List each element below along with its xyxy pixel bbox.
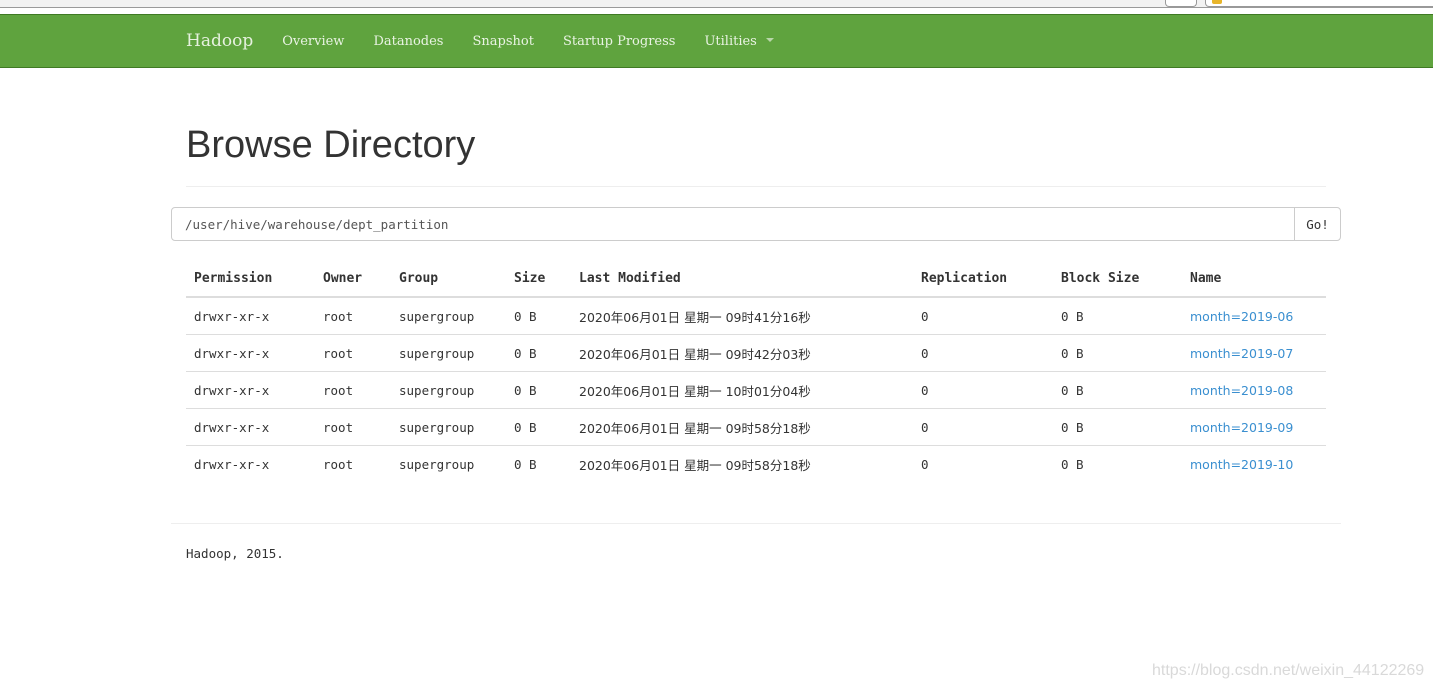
cell-permission: drwxr-xr-x bbox=[186, 408, 315, 446]
cell-replication: 0 bbox=[913, 297, 1053, 335]
cell-group: supergroup bbox=[391, 334, 506, 372]
cell-size: 0 B bbox=[506, 334, 571, 372]
cell-block-size: 0 B bbox=[1053, 371, 1182, 409]
cell-block-size: 0 B bbox=[1053, 297, 1182, 335]
table-header-row: Permission Owner Group Size Last Modifie… bbox=[186, 260, 1326, 298]
table-row: drwxr-xr-x root supergroup 0 B 2020年06月0… bbox=[186, 408, 1326, 446]
watermark: https://blog.csdn.net/weixin_44122269 bbox=[1152, 662, 1425, 679]
cell-permission: drwxr-xr-x bbox=[186, 297, 315, 335]
cell-owner: root bbox=[315, 334, 391, 372]
cell-block-size: 0 B bbox=[1053, 334, 1182, 372]
cell-group: supergroup bbox=[391, 371, 506, 409]
header-replication[interactable]: Replication bbox=[913, 260, 1053, 298]
nav-utilities-dropdown[interactable]: Utilities bbox=[704, 33, 774, 49]
cell-size: 0 B bbox=[506, 371, 571, 409]
directory-path-input[interactable]: /user/hive/warehouse/dept_partition bbox=[171, 207, 1296, 241]
table-row: drwxr-xr-x root supergroup 0 B 2020年06月0… bbox=[186, 371, 1326, 409]
header-size[interactable]: Size bbox=[506, 260, 571, 298]
cell-last-modified: 2020年06月01日 星期一 09时58分18秒 bbox=[571, 408, 913, 446]
cell-name: month=2019-10 bbox=[1182, 446, 1326, 483]
directory-link[interactable]: month=2019-09 bbox=[1190, 420, 1293, 435]
nav-snapshot[interactable]: Snapshot bbox=[472, 34, 533, 49]
cell-permission: drwxr-xr-x bbox=[194, 456, 270, 472]
cell-replication: 0 bbox=[913, 334, 1053, 372]
cell-owner: root bbox=[315, 371, 391, 409]
directory-table: Permission Owner Group Size Last Modifie… bbox=[186, 260, 1326, 482]
directory-path-value: /user/hive/warehouse/dept_partition bbox=[185, 217, 449, 232]
cell-last-modified: 2020年06月01日 星期一 09时41分16秒 bbox=[571, 297, 913, 335]
cell-replication: 0 bbox=[913, 408, 1053, 446]
cell-last-modified: 2020年06月01日 星期一 10时01分04秒 bbox=[571, 371, 913, 409]
cell-name: month=2019-06 bbox=[1182, 297, 1326, 335]
bookmark-icon bbox=[1212, 0, 1222, 4]
cell-size: 0 B bbox=[506, 408, 571, 446]
nav-datanodes[interactable]: Datanodes bbox=[373, 34, 443, 49]
go-button-label: Go! bbox=[1306, 217, 1329, 232]
cell-size: 0 B bbox=[514, 456, 537, 472]
cell-name: month=2019-08 bbox=[1182, 371, 1326, 409]
footer-divider bbox=[171, 523, 1341, 524]
cell-owner: root bbox=[323, 456, 354, 472]
browser-extension-icon[interactable] bbox=[1165, 0, 1197, 7]
page-title: Browse Directory bbox=[186, 124, 476, 166]
caret-down-icon bbox=[765, 37, 774, 42]
header-block-size[interactable]: Block Size bbox=[1053, 260, 1182, 298]
nav-overview[interactable]: Overview bbox=[282, 34, 344, 49]
top-navbar: Hadoop Overview Datanodes Snapshot Start… bbox=[0, 14, 1433, 68]
directory-link[interactable]: month=2019-08 bbox=[1190, 383, 1293, 398]
path-form: /user/hive/warehouse/dept_partition Go! bbox=[171, 207, 1341, 241]
directory-link[interactable]: month=2019-10 bbox=[1190, 457, 1293, 472]
cell-size: 0 B bbox=[506, 297, 571, 335]
go-button[interactable]: Go! bbox=[1294, 207, 1341, 241]
cell-group: supergroup bbox=[391, 297, 506, 335]
nav-startup-progress[interactable]: Startup Progress bbox=[563, 34, 676, 49]
header-group[interactable]: Group bbox=[391, 260, 506, 298]
directory-link[interactable]: month=2019-06 bbox=[1190, 309, 1293, 324]
browser-bookmark-bar[interactable] bbox=[1205, 0, 1433, 7]
cell-replication: 0 bbox=[921, 456, 929, 472]
cell-owner: root bbox=[315, 408, 391, 446]
cell-permission: drwxr-xr-x bbox=[186, 371, 315, 409]
cell-block-size: 0 B bbox=[1061, 456, 1084, 472]
cell-block-size: 0 B bbox=[1053, 408, 1182, 446]
header-owner[interactable]: Owner bbox=[315, 260, 391, 298]
title-divider bbox=[186, 186, 1326, 187]
directory-link[interactable]: month=2019-07 bbox=[1190, 346, 1293, 361]
cell-last-modified: 2020年06月01日 星期一 09时42分03秒 bbox=[571, 334, 913, 372]
header-last-modified[interactable]: Last Modified bbox=[571, 260, 913, 298]
cell-name: month=2019-07 bbox=[1182, 334, 1326, 372]
cell-permission: drwxr-xr-x bbox=[186, 334, 315, 372]
browser-chrome-strip bbox=[0, 0, 1433, 8]
navbar-brand[interactable]: Hadoop bbox=[186, 31, 253, 51]
footer-text: Hadoop, 2015. bbox=[186, 546, 284, 561]
table-row: drwxr-xr-x root supergroup 0 B 2020年06月0… bbox=[186, 297, 1326, 335]
cell-group: supergroup bbox=[391, 408, 506, 446]
nav-utilities-label: Utilities bbox=[704, 33, 757, 49]
cell-name: month=2019-09 bbox=[1182, 408, 1326, 446]
cell-owner: root bbox=[315, 297, 391, 335]
cell-last-modified: 2020年06月01日 星期一 09时58分18秒 bbox=[579, 457, 811, 473]
cell-replication: 0 bbox=[913, 371, 1053, 409]
header-name[interactable]: Name bbox=[1182, 260, 1326, 298]
cell-group: supergroup bbox=[399, 456, 475, 472]
table-row: drwxr-xr-x root supergroup 0 B 2020年06月0… bbox=[186, 446, 1326, 483]
header-permission[interactable]: Permission bbox=[186, 260, 315, 298]
table-row: drwxr-xr-x root supergroup 0 B 2020年06月0… bbox=[186, 334, 1326, 372]
